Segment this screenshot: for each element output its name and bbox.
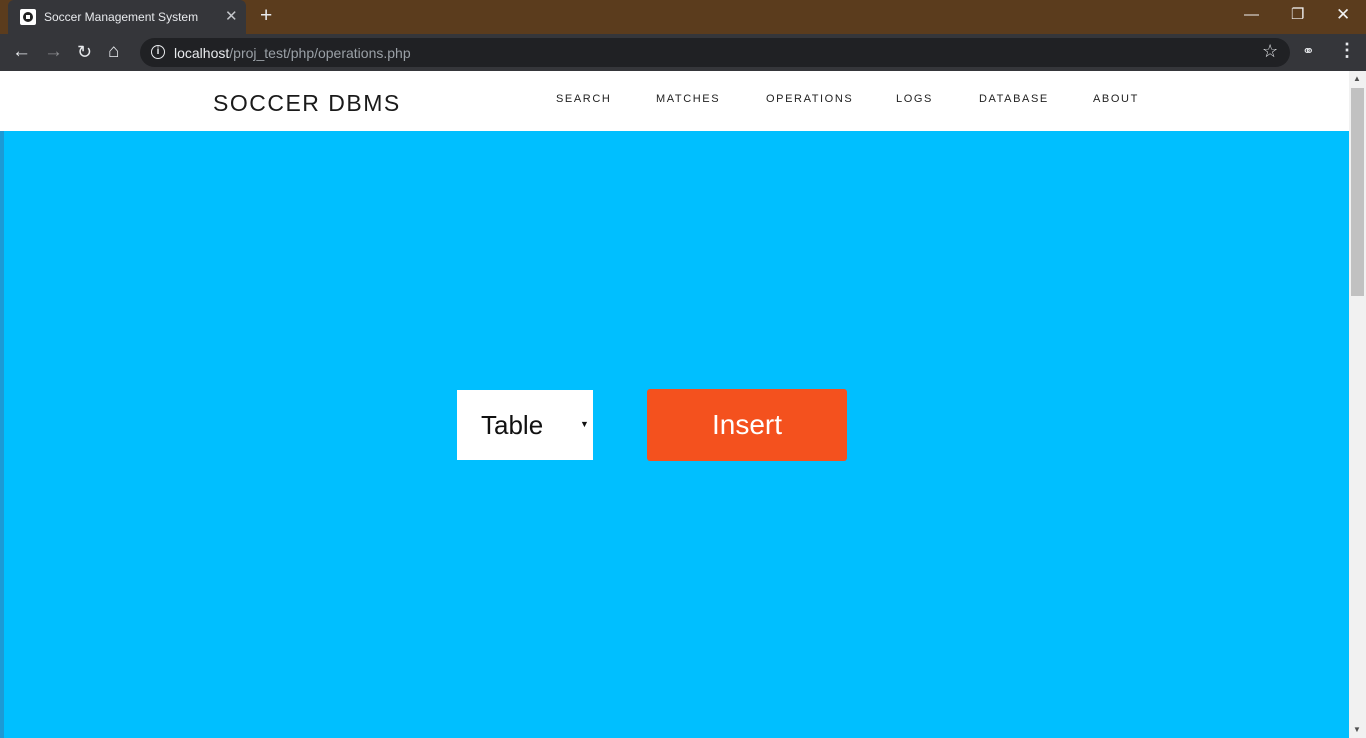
browser-toolbar: ← → ↻ ⌂ i localhost/proj_test/php/operat… — [0, 34, 1366, 71]
scroll-thumb[interactable] — [1351, 88, 1364, 296]
url-path: /proj_test/php/operations.php — [229, 45, 411, 61]
page-left-border — [0, 131, 4, 738]
extension-icon[interactable]: ⚭ — [1302, 42, 1315, 60]
forward-icon[interactable]: → — [44, 41, 63, 63]
back-icon[interactable]: ← — [12, 41, 31, 63]
bookmark-star-icon[interactable]: ☆ — [1262, 41, 1278, 62]
table-select[interactable]: Table ▼ — [457, 390, 593, 460]
address-bar[interactable]: i localhost/proj_test/php/operations.php — [140, 38, 1290, 67]
nav-link-search[interactable]: SEARCH — [556, 93, 611, 105]
tab-close-icon[interactable]: ✕ — [225, 8, 238, 26]
scroll-down-icon[interactable]: ▼ — [1353, 725, 1361, 734]
site-navbar: SOCCER DBMS SEARCH MATCHES OPERATIONS LO… — [0, 71, 1349, 131]
page-viewport: SOCCER DBMS SEARCH MATCHES OPERATIONS LO… — [0, 71, 1366, 738]
table-select-value: Table — [481, 410, 544, 440]
tab-title: Soccer Management System — [44, 10, 199, 24]
browser-titlebar: Soccer Management System ✕ + — ❐ ✕ — [0, 0, 1366, 34]
insert-button[interactable]: Insert — [647, 389, 847, 461]
new-tab-icon[interactable]: + — [260, 5, 272, 27]
home-icon[interactable]: ⌂ — [108, 41, 119, 63]
nav-link-operations[interactable]: OPERATIONS — [766, 93, 853, 105]
soccer-ball-favicon-icon — [20, 9, 36, 25]
site-brand[interactable]: SOCCER DBMS — [213, 90, 401, 117]
reload-icon[interactable]: ↻ — [77, 41, 92, 63]
browser-tab[interactable]: Soccer Management System ✕ — [8, 0, 246, 34]
window-close-icon[interactable]: ✕ — [1336, 5, 1350, 25]
page-scrollbar[interactable]: ▲ ▼ — [1349, 71, 1366, 738]
site-info-icon[interactable]: i — [151, 45, 165, 59]
nav-link-logs[interactable]: LOGS — [896, 93, 933, 105]
minimize-icon[interactable]: — — [1244, 5, 1259, 25]
url-host: localhost — [174, 45, 230, 61]
restore-icon[interactable]: ❐ — [1291, 5, 1304, 25]
scroll-up-icon[interactable]: ▲ — [1353, 74, 1361, 83]
dropdown-arrow-icon: ▼ — [580, 419, 589, 429]
nav-link-about[interactable]: ABOUT — [1093, 93, 1139, 105]
url-text[interactable]: localhost/proj_test/php/operations.php — [174, 45, 411, 61]
nav-link-database[interactable]: DATABASE — [979, 93, 1049, 105]
browser-menu-icon[interactable]: ⋮ — [1338, 40, 1356, 61]
nav-link-matches[interactable]: MATCHES — [656, 93, 720, 105]
